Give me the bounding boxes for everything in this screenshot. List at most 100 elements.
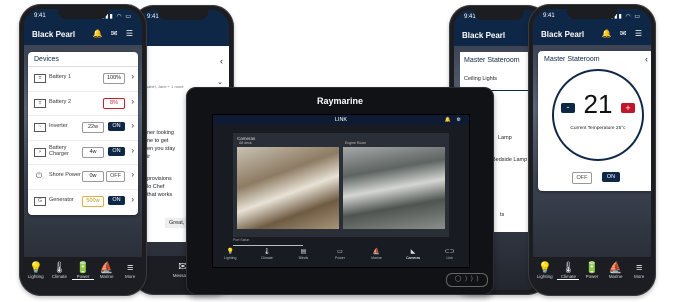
nav-more[interactable]: ≡ More	[628, 257, 650, 279]
room-item[interactable]: Lamp	[498, 135, 512, 141]
back-chevron-icon[interactable]: ‹	[220, 56, 223, 66]
increase-button[interactable]: +	[621, 103, 635, 113]
thermometer-icon: 🌡	[561, 262, 576, 274]
chevron-right-icon[interactable]: ›	[131, 170, 134, 179]
nav-lighting[interactable]: 💡 Lighting	[220, 248, 240, 266]
app-title: Black Pearl	[462, 31, 506, 40]
devices-card: Devices ± Battery 1 100% › ± Battery 2 8…	[28, 52, 138, 215]
app-title: Black Pearl	[32, 30, 76, 39]
device-row-battery-1[interactable]: ± Battery 1 100% ›	[28, 67, 138, 92]
device-row-inverter[interactable]: ~ Inverter 22w ON ›	[28, 116, 138, 141]
toggle-button[interactable]: OFF	[106, 171, 125, 182]
on-button[interactable]: ON	[602, 172, 620, 182]
nav-blinds[interactable]: ▤ Blinds	[293, 248, 313, 266]
thermometer-icon: 🌡	[52, 262, 67, 274]
nav-marine[interactable]: ⛵ Marine	[605, 257, 627, 279]
raymarine-display: Raymarine LINK 🔔 ⚙ Cameras Aft deck Engi…	[186, 87, 494, 295]
app-bar	[137, 26, 229, 46]
inverter-icon: ~	[34, 123, 46, 132]
generator-icon: G	[34, 196, 46, 206]
room-item[interactable]: Bedside Lamp	[492, 157, 527, 163]
device-row-shore-power[interactable]: ⏻ Shore Power 0w OFF ›	[28, 165, 138, 190]
room-title: Master Stateroom	[464, 57, 520, 64]
notch	[58, 9, 108, 19]
device-value: 8%	[103, 97, 125, 109]
status-time: 9:41	[543, 13, 555, 19]
screen-title: LINK	[334, 117, 348, 123]
nav-lighting[interactable]: 💡 Lighting	[534, 257, 556, 279]
expand-chevron-icon[interactable]: ⌄	[217, 78, 223, 86]
nav-link[interactable]: ⊂⊃ Link	[440, 248, 460, 266]
screen-header: LINK 🔔 ⚙	[213, 115, 469, 125]
room-title: Master Stateroom	[544, 56, 600, 63]
toggle-button[interactable]: ON	[108, 195, 125, 205]
boat-icon: ⛵	[99, 262, 114, 274]
link-icon: ⊂⊃	[444, 249, 455, 255]
chevron-right-icon[interactable]: ›	[131, 146, 134, 155]
message-snippet: ner looking	[147, 130, 174, 136]
chevron-right-icon[interactable]: ›	[131, 97, 134, 106]
lightbulb-icon: 💡	[537, 262, 552, 274]
display-screen: LINK 🔔 ⚙ Cameras Aft deck Engine Room Po…	[212, 114, 470, 268]
device-value: 500w	[82, 195, 104, 207]
message-snippet: lo Chef	[147, 184, 165, 190]
toggle-button[interactable]: ON	[108, 146, 125, 156]
camera-label: Aft deck	[239, 141, 252, 145]
charger-icon: ⚡	[34, 147, 46, 157]
device-row-generator[interactable]: G Generator 500w ON ›	[28, 190, 138, 214]
phone-screen: 9:41 ▮▮▮ ◠ ▭ Black Pearl 🔔 ✉ ☰ Devices ±…	[24, 9, 142, 291]
back-chevron-icon[interactable]: ‹	[645, 54, 648, 64]
devices-heading: Devices	[28, 52, 138, 67]
phone-devices: 9:41 ▮▮▮ ◠ ▭ Black Pearl 🔔 ✉ ☰ Devices ±…	[19, 4, 147, 296]
toggle-button[interactable]: ON	[108, 122, 125, 131]
hardware-buttons[interactable]: ◯ ) ) )	[446, 273, 488, 287]
display-nav: 💡 Lighting 🌡 Climate ▤ Blinds ▭ Power ⛵ Marin…	[212, 248, 468, 266]
nav-lighting[interactable]: 💡 Lighting	[25, 257, 47, 279]
nav-power[interactable]: 🔋 Power	[71, 257, 94, 280]
current-temperature: Current Temperature 25°c	[570, 126, 626, 131]
message-snippet: ir	[147, 154, 151, 160]
chevron-right-icon[interactable]: ›	[131, 195, 134, 204]
message-snippet: provisions	[147, 176, 172, 182]
nav-marine[interactable]: ⛵ Marine	[96, 257, 118, 279]
camera-feed-aft-deck[interactable]: Aft deck	[237, 141, 339, 229]
room-item[interactable]: Ceiling Lights	[464, 76, 497, 82]
notch	[567, 9, 617, 19]
boat-icon: ⛵	[608, 262, 623, 274]
message-sender: Isabel, Jane + 1 more	[145, 84, 184, 89]
camera-feed-engine-room[interactable]: Engine Room	[343, 141, 445, 229]
app-title: Black Pearl	[541, 30, 585, 39]
nav-climate[interactable]: 🌡 Climate	[48, 257, 70, 279]
status-time: 9:41	[34, 13, 46, 19]
notch	[474, 10, 524, 20]
thermostat-dial: - 21 + Current Temperature 25°c	[552, 69, 644, 161]
nav-cameras[interactable]: ◣ Cameras	[403, 248, 423, 266]
message-snippet: that works	[147, 192, 173, 198]
camera-icon: ◣	[410, 249, 416, 255]
boat-icon: ⛵	[372, 249, 381, 255]
header-icons[interactable]: 🔔 ✉ ☰	[602, 29, 645, 38]
off-button[interactable]: OFF	[572, 172, 592, 184]
chevron-right-icon[interactable]: ›	[131, 121, 134, 130]
nav-power[interactable]: ▭ Power	[330, 248, 350, 266]
phone-screen: 9:41 ▮▮▮ ◠ ▭ Black Pearl 🔔 ✉ ☰ Master St…	[533, 9, 651, 291]
nav-climate[interactable]: 🌡 Climate	[257, 248, 277, 266]
sub-label: Port Salon	[233, 238, 250, 242]
room-item[interactable]: ts	[500, 212, 504, 218]
device-row-battery-charger[interactable]: ⚡ Battery Charger 4w ON ›	[28, 141, 138, 165]
battery-icon: ±	[34, 98, 46, 108]
nav-more[interactable]: ≡ More	[119, 257, 141, 279]
header-icons[interactable]: 🔔 ✉ ☰	[93, 29, 136, 38]
more-icon: ≡	[126, 262, 134, 274]
battery-icon: ±	[34, 74, 46, 83]
message-snippet: en you stay	[147, 146, 176, 152]
nav-power[interactable]: 🔋 Power	[581, 257, 603, 279]
nav-climate[interactable]: 🌡 Climate	[557, 257, 580, 280]
device-row-battery-2[interactable]: ± Battery 2 8% ›	[28, 92, 138, 116]
header-icons[interactable]: 🔔 ⚙	[445, 115, 463, 125]
lightbulb-icon: 💡	[226, 249, 235, 255]
nav-marine[interactable]: ⛵ Marine	[367, 248, 387, 266]
chevron-right-icon[interactable]: ›	[131, 72, 134, 81]
battery-icon: 🔋	[585, 262, 599, 274]
phone-thermostat: 9:41 ▮▮▮ ◠ ▭ Black Pearl 🔔 ✉ ☰ Master St…	[528, 4, 656, 296]
